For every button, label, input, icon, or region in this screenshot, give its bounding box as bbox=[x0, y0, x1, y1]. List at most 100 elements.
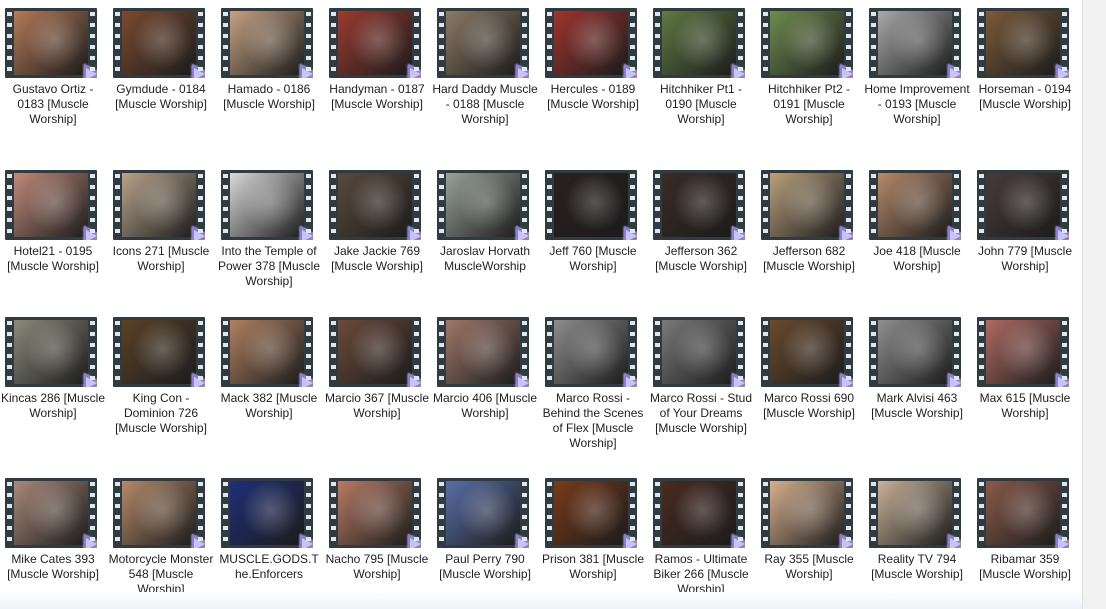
thumbnail-frame bbox=[230, 11, 304, 75]
video-thumbnail[interactable] bbox=[869, 478, 961, 548]
thumbnail-frame bbox=[122, 11, 196, 75]
video-thumbnail[interactable] bbox=[977, 317, 1069, 387]
video-thumbnail[interactable] bbox=[437, 478, 529, 548]
video-file-label: Jake Jackie 769 [Muscle Worship] bbox=[331, 244, 423, 273]
thumbnail-frame bbox=[878, 11, 952, 75]
play-overlay-icon bbox=[948, 534, 961, 548]
thumbnail-frame bbox=[14, 481, 88, 545]
video-thumbnail[interactable] bbox=[221, 478, 313, 548]
play-overlay-icon bbox=[1056, 64, 1069, 78]
video-thumbnail[interactable] bbox=[545, 478, 637, 548]
video-thumbnail[interactable] bbox=[653, 8, 745, 78]
video-thumbnail[interactable] bbox=[221, 317, 313, 387]
play-overlay-icon bbox=[516, 226, 529, 240]
video-thumbnail[interactable] bbox=[113, 8, 205, 78]
play-overlay-icon bbox=[192, 534, 205, 548]
thumbnail-frame bbox=[14, 320, 88, 384]
video-file-label: Icons 271 [Muscle Worship] bbox=[112, 244, 210, 273]
video-thumbnail[interactable] bbox=[5, 170, 97, 240]
video-file-label: Nacho 795 [Muscle Worship] bbox=[325, 552, 429, 581]
video-thumbnail[interactable] bbox=[5, 478, 97, 548]
video-file-label: Marco Rossi - Behind the Scenes of Flex … bbox=[542, 391, 644, 450]
video-thumbnail[interactable] bbox=[221, 170, 313, 240]
video-file-label: Hard Daddy Muscle - 0188 [Muscle Worship… bbox=[432, 82, 538, 126]
play-overlay-icon bbox=[408, 64, 421, 78]
play-overlay-icon bbox=[840, 534, 853, 548]
play-overlay-icon bbox=[408, 373, 421, 387]
video-thumbnail[interactable] bbox=[113, 317, 205, 387]
video-thumbnail[interactable] bbox=[761, 170, 853, 240]
video-file-label: Marcio 367 [Muscle Worship] bbox=[324, 391, 430, 420]
video-file-label: Paul Perry 790 [Muscle Worship] bbox=[439, 552, 531, 581]
thumbnail-frame bbox=[554, 320, 628, 384]
video-file-label: Ribamar 359 [Muscle Worship] bbox=[979, 552, 1071, 581]
video-file-label: Jefferson 682 [Muscle Worship] bbox=[763, 244, 855, 273]
video-file-label: Hamado - 0186 [Muscle Worship] bbox=[223, 82, 315, 111]
bottom-strip bbox=[0, 592, 1082, 609]
play-overlay-icon bbox=[300, 534, 313, 548]
thumbnail-frame bbox=[662, 320, 736, 384]
video-thumbnail[interactable] bbox=[437, 8, 529, 78]
play-overlay-icon bbox=[84, 534, 97, 548]
video-thumbnail[interactable] bbox=[329, 8, 421, 78]
video-file-label: Jefferson 362 [Muscle Worship] bbox=[655, 244, 747, 273]
video-thumbnail[interactable] bbox=[761, 478, 853, 548]
thumbnail-frame bbox=[122, 481, 196, 545]
video-file-label: Hotel21 - 0195 [Muscle Worship] bbox=[7, 244, 99, 273]
play-overlay-icon bbox=[624, 64, 637, 78]
video-thumbnail[interactable] bbox=[545, 317, 637, 387]
thumbnail-frame bbox=[14, 11, 88, 75]
video-thumbnail[interactable] bbox=[977, 170, 1069, 240]
thumbnail-frame bbox=[122, 320, 196, 384]
play-overlay-icon bbox=[300, 373, 313, 387]
video-thumbnail[interactable] bbox=[977, 478, 1069, 548]
thumbnail-frame bbox=[986, 481, 1060, 545]
play-overlay-icon bbox=[840, 64, 853, 78]
video-thumbnail[interactable] bbox=[869, 8, 961, 78]
video-thumbnail[interactable] bbox=[5, 317, 97, 387]
video-file-label: Horseman - 0194 [Muscle Worship] bbox=[978, 82, 1072, 111]
video-thumbnail[interactable] bbox=[113, 478, 205, 548]
video-thumbnail[interactable] bbox=[437, 170, 529, 240]
video-thumbnail[interactable] bbox=[113, 170, 205, 240]
thumbnail-frame bbox=[554, 173, 628, 237]
play-overlay-icon bbox=[1056, 226, 1069, 240]
video-thumbnail[interactable] bbox=[221, 8, 313, 78]
thumbnail-frame bbox=[338, 481, 412, 545]
video-file-label: Ray 355 [Muscle Worship] bbox=[764, 552, 854, 581]
video-thumbnail[interactable] bbox=[437, 317, 529, 387]
video-thumbnail[interactable] bbox=[761, 317, 853, 387]
play-overlay-icon bbox=[840, 373, 853, 387]
video-thumbnail[interactable] bbox=[329, 478, 421, 548]
video-thumbnail[interactable] bbox=[5, 8, 97, 78]
thumbnail-frame bbox=[554, 11, 628, 75]
play-overlay-icon bbox=[732, 373, 745, 387]
video-thumbnail[interactable] bbox=[653, 317, 745, 387]
thumbnail-frame bbox=[338, 173, 412, 237]
video-thumbnail[interactable] bbox=[653, 478, 745, 548]
video-thumbnail[interactable] bbox=[545, 170, 637, 240]
play-overlay-icon bbox=[300, 64, 313, 78]
thumbnail-frame bbox=[230, 481, 304, 545]
thumbnail-frame bbox=[662, 11, 736, 75]
play-overlay-icon bbox=[948, 64, 961, 78]
video-thumbnail[interactable] bbox=[761, 8, 853, 78]
play-overlay-icon bbox=[516, 534, 529, 548]
video-file-label: MUSCLE.GODS.The.Enforcers bbox=[219, 552, 319, 581]
thumbnail-frame bbox=[446, 320, 520, 384]
video-thumbnail[interactable] bbox=[545, 8, 637, 78]
play-overlay-icon bbox=[192, 64, 205, 78]
video-thumbnail[interactable] bbox=[329, 170, 421, 240]
play-overlay-icon bbox=[192, 373, 205, 387]
video-file-label: Jeff 760 [Muscle Worship] bbox=[549, 244, 637, 273]
video-file-label: Hitchhiker Pt1 - 0190 [Muscle Worship] bbox=[659, 82, 743, 126]
video-file-label: Ramos - Ultimate Biker 266 [Muscle Worsh… bbox=[653, 552, 749, 596]
play-overlay-icon bbox=[300, 226, 313, 240]
vertical-scrollbar[interactable] bbox=[1082, 0, 1106, 609]
video-thumbnail[interactable] bbox=[869, 317, 961, 387]
thumbnail-frame bbox=[986, 320, 1060, 384]
video-thumbnail[interactable] bbox=[869, 170, 961, 240]
video-thumbnail[interactable] bbox=[977, 8, 1069, 78]
video-thumbnail[interactable] bbox=[653, 170, 745, 240]
video-thumbnail[interactable] bbox=[329, 317, 421, 387]
